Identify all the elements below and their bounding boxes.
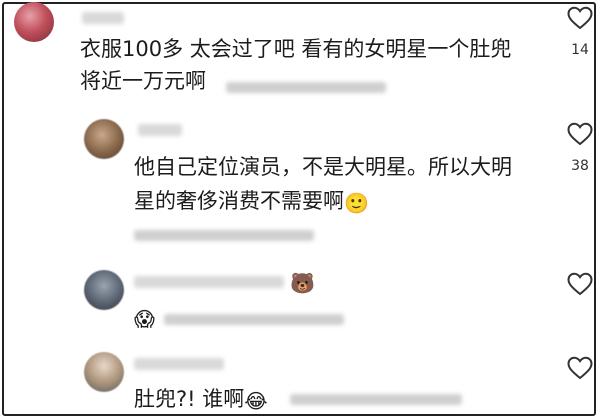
avatar[interactable]: [14, 2, 54, 42]
comment-meta-blurred: [134, 230, 314, 241]
heart-outline-icon[interactable]: [567, 6, 593, 30]
like-button[interactable]: [560, 272, 600, 296]
username-emoji: 🐻: [290, 271, 315, 295]
username-blurred[interactable]: [82, 12, 124, 24]
comment-text: 肚兜?! 谁啊😂: [134, 384, 268, 415]
like-count: 14: [571, 42, 589, 58]
like-count: 38: [571, 158, 589, 174]
comment-meta-blurred: [290, 394, 462, 405]
comment-text-line-2: 将近一万元啊: [80, 69, 206, 93]
heart-outline-icon[interactable]: [567, 356, 593, 380]
comment-meta-blurred: [226, 82, 386, 93]
emoji: 🙂: [344, 191, 369, 215]
comment-text-line-1: 衣服100多 太会过了吧 看有的女明星一个肚兜: [80, 37, 512, 61]
heart-outline-icon[interactable]: [567, 122, 593, 146]
like-button[interactable]: 14: [560, 6, 600, 58]
username-blurred[interactable]: [134, 276, 284, 288]
heart-outline-icon[interactable]: [567, 272, 593, 296]
username-blurred[interactable]: [134, 358, 224, 370]
comment-text-span: 星的奢侈消费不需要啊: [134, 189, 344, 213]
comment-text-line-2: 星的奢侈消费不需要啊🙂: [134, 186, 369, 217]
avatar[interactable]: [84, 352, 124, 392]
like-button[interactable]: 38: [560, 122, 600, 174]
like-button[interactable]: [560, 356, 600, 380]
comment-meta-blurred: [164, 314, 344, 325]
comment-text-span: 肚兜?! 谁啊: [134, 387, 245, 411]
avatar[interactable]: [84, 270, 124, 310]
reaction-emoji: 😱: [134, 307, 155, 331]
emoji: 😂: [244, 389, 268, 413]
username-blurred[interactable]: [138, 124, 182, 136]
avatar[interactable]: [84, 119, 124, 159]
comment-text-line-1: 他自己定位演员，不是大明星。所以大明: [134, 155, 512, 179]
